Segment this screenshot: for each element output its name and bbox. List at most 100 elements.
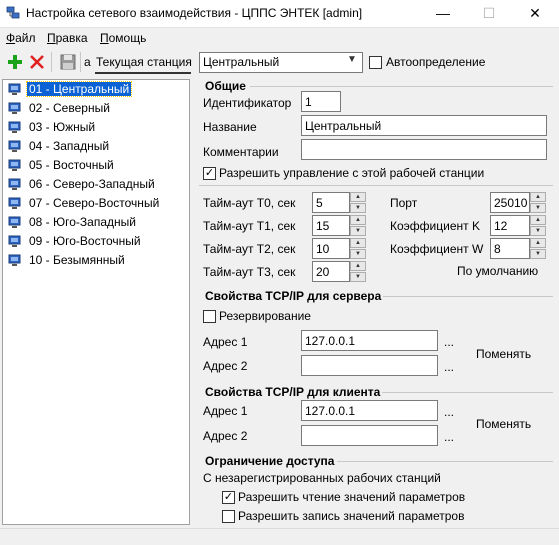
k-spinner[interactable]: ▲ ▼ bbox=[530, 215, 546, 236]
t2-spinner[interactable]: ▲ ▼ bbox=[350, 238, 366, 259]
name-label: Название bbox=[203, 120, 257, 134]
server-addr2-browse-button[interactable]: ... bbox=[444, 360, 454, 374]
computer-icon bbox=[8, 83, 21, 95]
client-group-title: Свойства TCP/IP для клиента bbox=[205, 385, 381, 399]
server-addr1-field[interactable]: 127.0.0.1 bbox=[301, 330, 438, 351]
spin-down-icon[interactable]: ▼ bbox=[530, 226, 546, 236]
comment-label: Комментарии bbox=[203, 145, 279, 159]
access-subtitle: С незарегистрированных рабочих станций bbox=[203, 471, 441, 485]
spin-up-icon[interactable]: ▲ bbox=[350, 238, 366, 248]
t1-spinner[interactable]: ▲ ▼ bbox=[350, 215, 366, 236]
allow-control-checkbox[interactable]: ✓ bbox=[203, 167, 216, 180]
station-list-item[interactable]: 01 - Центральный bbox=[5, 80, 188, 99]
menu-file[interactable]: Файл bbox=[6, 31, 36, 45]
name-field[interactable]: Центральный bbox=[301, 115, 547, 136]
menu-edit[interactable]: Правка bbox=[47, 31, 88, 45]
spin-up-icon[interactable]: ▲ bbox=[530, 192, 546, 202]
server-swap-button[interactable]: Поменять bbox=[476, 347, 531, 361]
t2-value: 10 bbox=[316, 242, 330, 256]
station-list-item[interactable]: 08 - Юго-Западный bbox=[5, 213, 188, 232]
station-list-item[interactable]: 04 - Западный bbox=[5, 137, 188, 156]
window-title: Настройка сетевого взаимодействия - ЦППС… bbox=[26, 6, 363, 20]
spin-up-icon[interactable]: ▲ bbox=[350, 192, 366, 202]
t1-field[interactable]: 15 bbox=[312, 215, 350, 236]
minimize-button[interactable]: — bbox=[420, 0, 466, 28]
maximize-button[interactable]: ☐ bbox=[466, 0, 512, 28]
auto-detect-checkbox[interactable] bbox=[369, 56, 382, 69]
defaults-button[interactable]: По умолчанию bbox=[457, 264, 538, 278]
station-list-item[interactable]: 09 - Юго-Восточный bbox=[5, 232, 188, 251]
id-field[interactable]: 1 bbox=[301, 91, 341, 112]
general-group-line bbox=[250, 86, 553, 87]
server-addr2-label: Адрес 2 bbox=[203, 359, 248, 373]
spin-up-icon[interactable]: ▲ bbox=[350, 261, 366, 271]
port-field[interactable]: 25010 bbox=[490, 192, 530, 213]
spin-down-icon[interactable]: ▼ bbox=[530, 203, 546, 213]
computer-icon bbox=[8, 140, 21, 152]
t3-field[interactable]: 20 bbox=[312, 261, 350, 282]
spin-down-icon[interactable]: ▼ bbox=[350, 272, 366, 282]
delete-icon[interactable] bbox=[28, 53, 46, 71]
allow-write-checkbox[interactable] bbox=[222, 510, 235, 523]
spin-down-icon[interactable]: ▼ bbox=[350, 249, 366, 259]
station-list-item-label: 09 - Юго-Восточный bbox=[29, 234, 141, 248]
station-list-item-label: 10 - Безымянный bbox=[29, 253, 125, 267]
save-icon[interactable] bbox=[59, 53, 77, 71]
allow-control-label: Разрешить управление с этой рабочей стан… bbox=[219, 166, 485, 180]
client-addr2-browse-button[interactable]: ... bbox=[444, 430, 454, 444]
t0-label: Тайм-аут Т0, сек bbox=[203, 196, 296, 210]
computer-icon bbox=[8, 216, 21, 228]
station-list-item[interactable]: 02 - Северный bbox=[5, 99, 188, 118]
access-group-line bbox=[337, 461, 553, 462]
station-list-item[interactable]: 03 - Южный bbox=[5, 118, 188, 137]
station-list-item[interactable]: 05 - Восточный bbox=[5, 156, 188, 175]
spin-down-icon[interactable]: ▼ bbox=[350, 203, 366, 213]
station-list-item[interactable]: 10 - Безымянный bbox=[5, 251, 188, 270]
spin-down-icon[interactable]: ▼ bbox=[530, 249, 546, 259]
app-icon bbox=[6, 6, 20, 19]
port-spinner[interactable]: ▲ ▼ bbox=[530, 192, 546, 213]
k-value: 12 bbox=[494, 219, 508, 233]
t2-field[interactable]: 10 bbox=[312, 238, 350, 259]
t0-spinner[interactable]: ▲ ▼ bbox=[350, 192, 366, 213]
t1-value: 15 bbox=[316, 219, 330, 233]
client-addr1-label: Адрес 1 bbox=[203, 404, 248, 418]
server-addr1-browse-button[interactable]: ... bbox=[444, 335, 454, 349]
spin-up-icon[interactable]: ▲ bbox=[350, 215, 366, 225]
station-list-item[interactable]: 07 - Северо-Восточный bbox=[5, 194, 188, 213]
t2-label: Тайм-аут Т2, сек bbox=[203, 242, 296, 256]
t3-spinner[interactable]: ▲ ▼ bbox=[350, 261, 366, 282]
client-addr1-browse-button[interactable]: ... bbox=[444, 405, 454, 419]
computer-icon bbox=[8, 102, 21, 114]
w-spinner[interactable]: ▲ ▼ bbox=[530, 238, 546, 259]
client-addr1-value: 127.0.0.1 bbox=[305, 404, 356, 418]
t0-field[interactable]: 5 bbox=[312, 192, 350, 213]
close-window-button[interactable]: ✕ bbox=[512, 0, 558, 28]
spin-up-icon[interactable]: ▲ bbox=[530, 215, 546, 225]
port-label: Порт bbox=[390, 196, 418, 210]
server-addr1-label: Адрес 1 bbox=[203, 335, 248, 349]
w-field[interactable]: 8 bbox=[490, 238, 530, 259]
spin-down-icon[interactable]: ▼ bbox=[350, 226, 366, 236]
allow-read-checkbox[interactable]: ✓ bbox=[222, 491, 235, 504]
client-addr2-field[interactable] bbox=[301, 425, 438, 446]
server-addr2-field[interactable] bbox=[301, 355, 438, 376]
reserve-checkbox[interactable] bbox=[203, 310, 216, 323]
reserve-label: Резервирование bbox=[219, 309, 311, 323]
station-list-item-label: 05 - Восточный bbox=[29, 158, 114, 172]
menu-help[interactable]: Помощь bbox=[100, 31, 146, 45]
allow-read-label: Разрешить чтение значений параметров bbox=[238, 490, 466, 504]
client-addr1-field[interactable]: 127.0.0.1 bbox=[301, 400, 438, 421]
t0-value: 5 bbox=[316, 196, 323, 210]
name-value: Центральный bbox=[305, 119, 382, 133]
spin-up-icon[interactable]: ▲ bbox=[530, 238, 546, 248]
station-list-item[interactable]: 06 - Северо-Западный bbox=[5, 175, 188, 194]
add-icon[interactable] bbox=[6, 53, 24, 71]
id-value: 1 bbox=[305, 95, 312, 109]
allow-write-label: Разрешить запись значений параметров bbox=[238, 509, 465, 523]
access-group-title: Ограничение доступа bbox=[205, 454, 335, 468]
chevron-down-icon[interactable]: ▼ bbox=[347, 54, 357, 65]
comment-field[interactable] bbox=[301, 139, 547, 160]
k-field[interactable]: 12 bbox=[490, 215, 530, 236]
client-swap-button[interactable]: Поменять bbox=[476, 417, 531, 431]
